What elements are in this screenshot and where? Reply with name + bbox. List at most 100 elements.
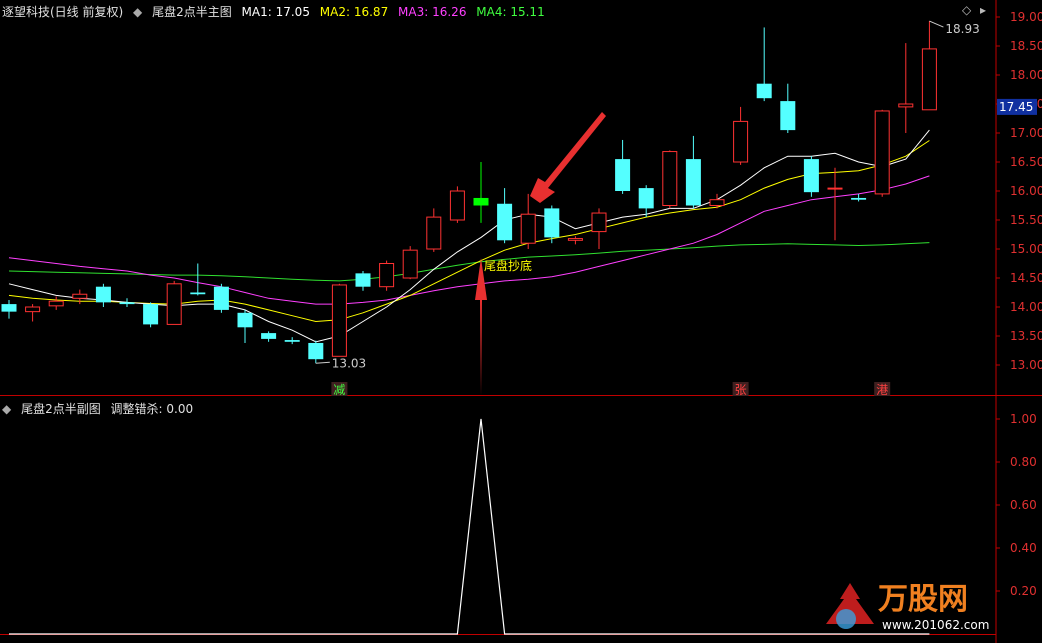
main-header: 逐望科技(日线 前复权) ◆ 尾盘2点半主图 MA1: 17.05 MA2: 1… [2, 3, 551, 20]
candle-body [803, 159, 819, 193]
settings-diamond-icon[interactable]: ◇ [962, 3, 971, 17]
ma3-label: MA3: 16.26 [398, 5, 467, 19]
candle [662, 150, 678, 209]
candle [615, 139, 631, 194]
candle [827, 167, 843, 241]
candle [756, 27, 772, 102]
candle [874, 109, 890, 197]
price-tick-label: 16.50 [1010, 155, 1042, 169]
svg-text:www.201062.com: www.201062.com [882, 618, 989, 632]
low-price-label: 13.03 [332, 356, 366, 370]
candle-body [851, 197, 867, 200]
main-price-chart[interactable]: 19.0018.5018.0017.5017.0016.5016.0015.50… [0, 0, 1042, 396]
price-tick-label: 15.00 [1010, 242, 1042, 256]
signal-text: 尾盘抄底 [484, 258, 532, 273]
candle [709, 193, 725, 209]
main-indicator-name[interactable]: 尾盘2点半主图 [152, 5, 232, 19]
candle-body [780, 101, 796, 131]
candle [1, 300, 17, 319]
candle-body [72, 293, 88, 299]
candle [143, 302, 159, 328]
price-tick-label: 18.00 [1010, 68, 1042, 82]
price-tick-label: 13.00 [1010, 358, 1042, 372]
candle-body [1, 304, 17, 312]
low-label-leader [315, 361, 330, 364]
ma4-label: MA4: 15.11 [476, 5, 545, 19]
stock-title: 逐望科技(日线 前复权) [2, 5, 124, 19]
price-tick-label: 19.00 [1010, 10, 1042, 24]
ma1-label: MA1: 17.05 [241, 5, 310, 19]
candle [284, 337, 300, 345]
candle-body [143, 304, 159, 325]
sub-header: ◆ 尾盘2点半副图 调整错杀: 0.00 [2, 400, 199, 417]
candle [355, 271, 371, 291]
high-label-leader [929, 20, 944, 28]
candle-body [591, 212, 607, 233]
candle-body [662, 151, 678, 206]
sub-tick-label: 1.00 [1010, 412, 1037, 426]
candle [591, 208, 607, 249]
candle-body [95, 286, 111, 303]
candle-body [308, 342, 324, 360]
candle-body [119, 302, 135, 305]
candle [25, 304, 41, 322]
price-tick-label: 14.00 [1010, 300, 1042, 314]
candle-body [190, 292, 206, 295]
sub-tick-label: 0.40 [1010, 541, 1037, 555]
candle-body [685, 159, 701, 206]
candle [261, 331, 277, 342]
sub-indicator-menu-icon[interactable]: ◆ [2, 402, 11, 416]
price-tick-label: 13.50 [1010, 329, 1042, 343]
scroll-right-icon[interactable]: ▸ [980, 3, 986, 17]
candle-body [402, 249, 418, 279]
candle-body [261, 333, 277, 339]
event-marker-2: 港 [876, 383, 888, 396]
candle [402, 246, 418, 280]
candle-body [48, 300, 64, 307]
event-marker-1: 张 [735, 383, 747, 396]
event-marker-0: 减 [333, 383, 345, 396]
candle [72, 289, 88, 305]
candle-body [756, 83, 772, 99]
ma2-label: MA2: 16.87 [319, 5, 389, 19]
candle [497, 188, 513, 244]
ma2-line [8, 140, 930, 323]
price-tick-label: 15.50 [1010, 213, 1042, 227]
candle-body [733, 120, 749, 163]
site-watermark-logo: 万股网 www.201062.com [826, 582, 989, 632]
high-price-label: 18.93 [945, 22, 979, 36]
candle-body [284, 340, 300, 342]
price-tick-label: 17.00 [1010, 126, 1042, 140]
ma3-line [8, 175, 930, 305]
candle [190, 263, 206, 296]
candle-body [497, 203, 513, 241]
candle [567, 236, 583, 245]
sub-indicator-name[interactable]: 尾盘2点半副图 [21, 402, 101, 416]
candle-body [473, 197, 489, 206]
candle-body [544, 208, 560, 238]
candle [473, 162, 489, 223]
sub-tick-label: 0.60 [1010, 498, 1037, 512]
candle [780, 83, 796, 133]
candle [48, 296, 64, 310]
indicator-menu-icon[interactable]: ◆ [133, 5, 142, 19]
candle-body [615, 159, 631, 191]
candle-body [921, 48, 937, 111]
candle-body [520, 213, 536, 244]
candle [119, 298, 135, 307]
sub-tick-label: 0.80 [1010, 455, 1037, 469]
candle-body [213, 286, 229, 310]
candle-body [898, 103, 914, 108]
candle [166, 280, 182, 325]
candle-body [379, 263, 395, 288]
candle [237, 309, 253, 343]
price-tick-label: 14.50 [1010, 271, 1042, 285]
candle-body [827, 187, 843, 190]
candle [331, 283, 347, 357]
candle-body [331, 284, 347, 357]
ma4-line [8, 242, 930, 282]
svg-text:万股网: 万股网 [878, 582, 968, 617]
candle [733, 106, 749, 165]
adjustment-signal-line [9, 418, 930, 635]
candle-body [355, 273, 371, 287]
